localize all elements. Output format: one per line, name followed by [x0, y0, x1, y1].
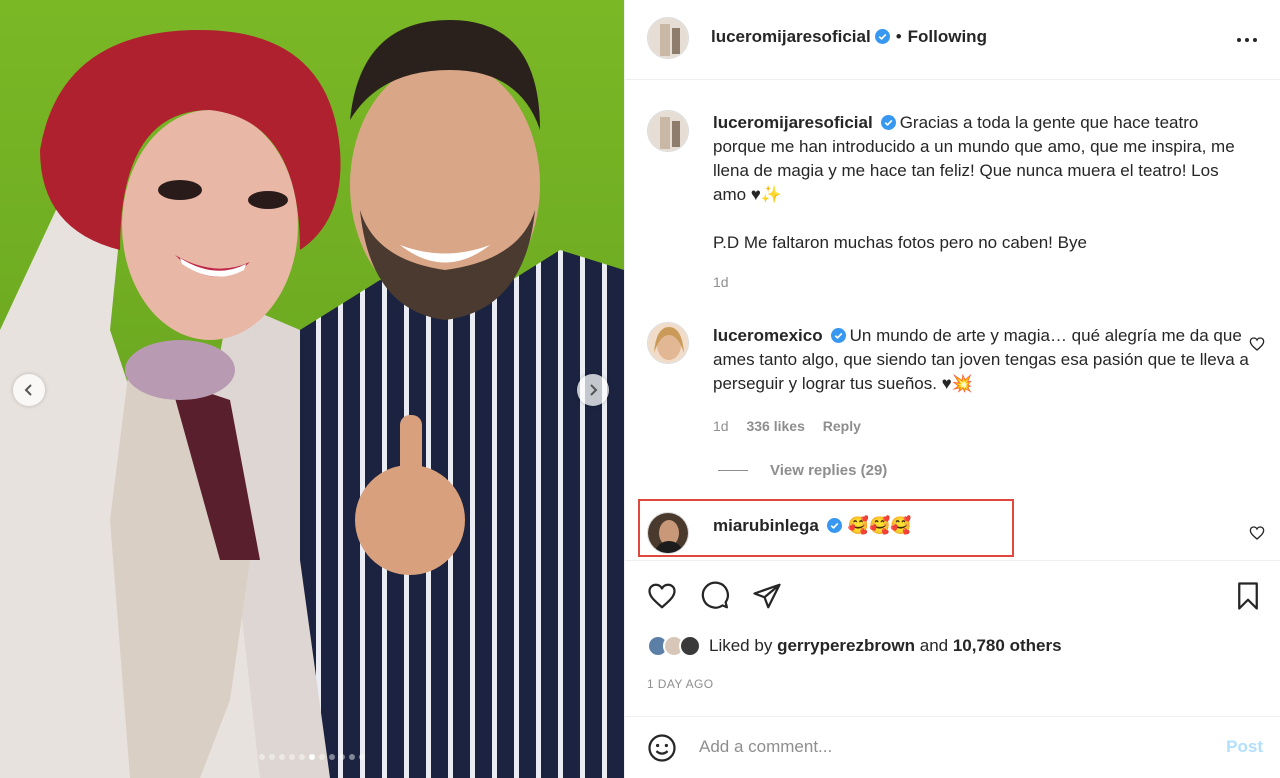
add-comment-bar: Post	[625, 716, 1280, 778]
photo-illustration	[0, 0, 624, 778]
likes-count-link[interactable]: 10,780 others	[953, 636, 1062, 655]
post-comment-button[interactable]: Post	[1226, 737, 1263, 757]
post-time-ago[interactable]: 1 DAY AGO	[647, 677, 714, 691]
previous-photo-button[interactable]	[13, 374, 45, 406]
author-avatar[interactable]	[647, 17, 689, 59]
like-heart-icon[interactable]	[647, 581, 677, 611]
comment-meta: 1d 336 likes Reply	[713, 418, 875, 434]
post-caption: luceromijaresoficial Gracias a toda la ge…	[625, 108, 1280, 298]
carousel-dot	[269, 754, 275, 760]
carousel-dot	[329, 754, 335, 760]
bookmark-save-icon[interactable]	[1233, 581, 1263, 611]
commenter-avatar[interactable]	[647, 322, 689, 364]
carousel-dot	[299, 754, 305, 760]
view-replies-button[interactable]: View replies (29)	[718, 462, 887, 479]
more-options-icon[interactable]	[1235, 31, 1259, 49]
emoji-smiley-icon[interactable]	[647, 733, 677, 763]
chevron-left-icon	[24, 384, 32, 396]
following-button[interactable]: Following	[908, 27, 987, 46]
carousel-dot	[259, 754, 265, 760]
comment-time[interactable]: 1d	[713, 418, 729, 434]
liked-by-user[interactable]: gerryperezbrown	[777, 636, 915, 655]
caption-postscript: P.D Me faltaron muchas fotos pero no cab…	[713, 233, 1087, 252]
carousel-dot	[339, 754, 345, 760]
comment-item: luceromexico Un mundo de arte y magia… qu…	[625, 322, 1280, 452]
verified-badge-icon	[874, 29, 890, 44]
comment-input[interactable]	[699, 735, 1179, 759]
caption-meta: 1d	[713, 274, 743, 290]
caption-text: luceromijaresoficial Gracias a toda la ge…	[713, 111, 1253, 255]
reply-button[interactable]: Reply	[823, 418, 861, 434]
liked-by-prefix: Liked by	[709, 636, 773, 655]
comment-bubble-icon[interactable]	[700, 581, 730, 611]
chevron-right-icon	[590, 384, 598, 396]
next-photo-button[interactable]	[577, 374, 609, 406]
carousel-dot	[349, 754, 355, 760]
like-comment-heart-icon[interactable]	[1249, 525, 1265, 541]
carousel-dot	[359, 754, 365, 760]
author-username[interactable]: luceromijaresoficial	[711, 27, 871, 46]
separator-dot: •	[895, 27, 902, 46]
post-photo[interactable]	[0, 0, 624, 778]
post-actions: Liked by gerryperezbrown and 10,780 othe…	[625, 560, 1280, 720]
verified-badge-icon	[830, 328, 846, 343]
view-replies-label: View replies (29)	[770, 462, 888, 479]
carousel-dot	[289, 754, 295, 760]
verified-badge-icon	[880, 115, 896, 130]
carousel-dot	[279, 754, 285, 760]
post-sidebar: luceromijaresoficial • Following luceromij…	[624, 0, 1280, 778]
carousel-dot	[319, 754, 325, 760]
caption-time[interactable]: 1d	[713, 274, 729, 290]
highlight-annotation-box	[638, 499, 1014, 557]
liked-by-and: and	[919, 636, 949, 655]
replies-divider	[718, 470, 748, 471]
comment-username[interactable]: luceromexico	[713, 326, 823, 345]
caption-author-avatar[interactable]	[647, 110, 689, 152]
carousel-indicator	[0, 754, 624, 760]
comment-text: luceromexico Un mundo de arte y magia… qu…	[713, 324, 1253, 396]
carousel-dot	[309, 754, 315, 760]
share-paper-plane-icon[interactable]	[752, 581, 782, 611]
caption-username[interactable]: luceromijaresoficial	[713, 113, 873, 132]
post-header: luceromijaresoficial • Following	[625, 0, 1280, 80]
like-comment-heart-icon[interactable]	[1249, 336, 1265, 352]
liked-by-summary: Liked by gerryperezbrown and 10,780 othe…	[647, 635, 1062, 657]
liker-avatar[interactable]	[679, 635, 701, 657]
comment-likes[interactable]: 336 likes	[746, 418, 804, 434]
